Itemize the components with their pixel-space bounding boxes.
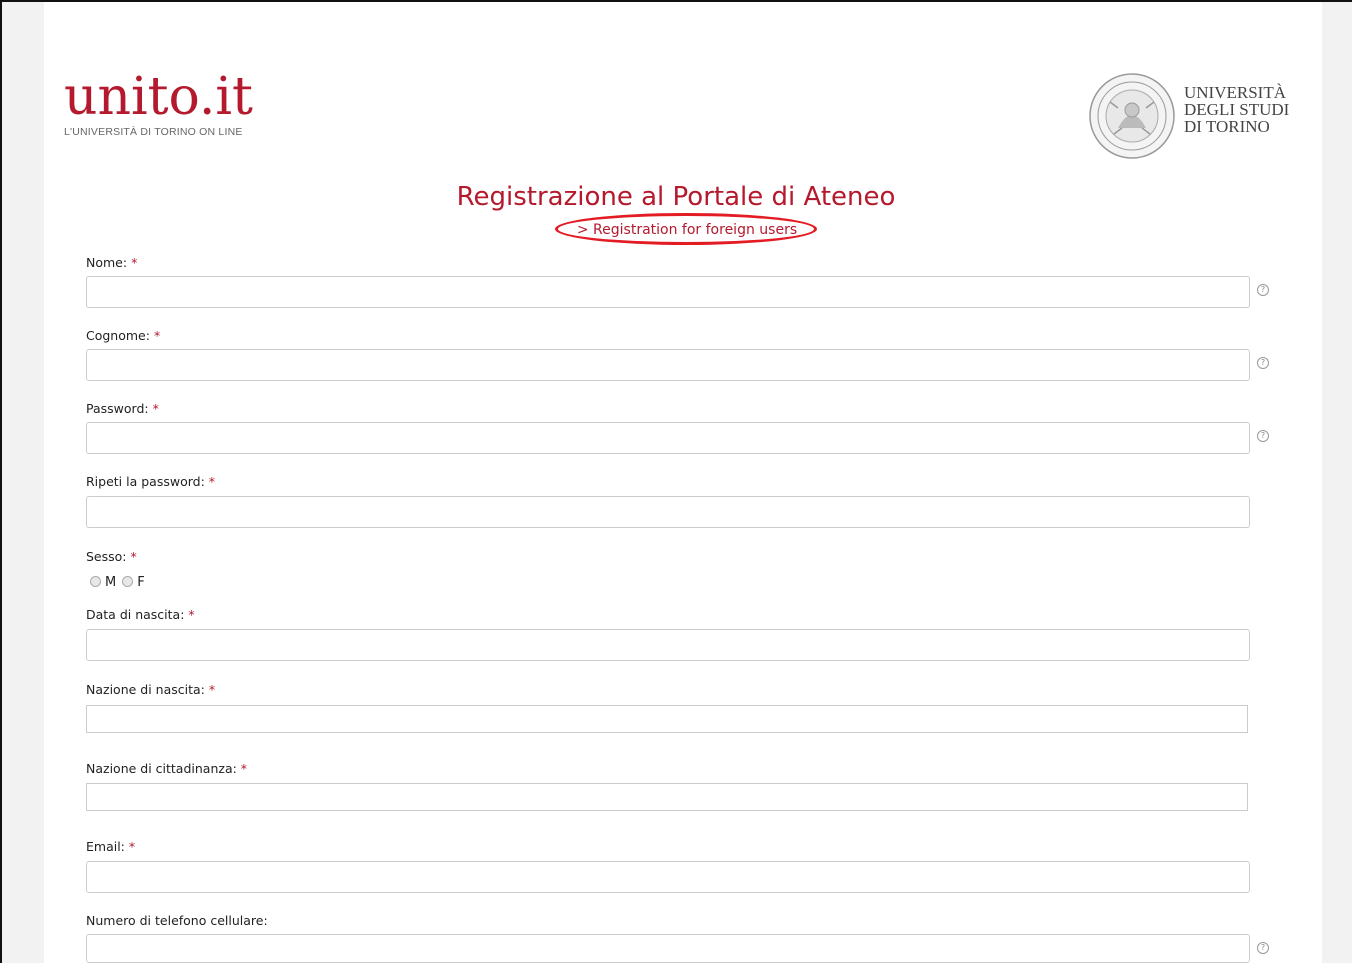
required-marker: * — [240, 761, 248, 776]
required-marker: * — [153, 328, 161, 343]
sesso-radio-f[interactable] — [122, 576, 134, 587]
email-input[interactable] — [86, 861, 1250, 893]
logo-wordmark: unito.it — [64, 67, 253, 127]
required-marker: * — [188, 607, 195, 622]
nome-input[interactable] — [86, 276, 1250, 308]
ripeti-password-label: Ripeti la password: * — [86, 474, 216, 489]
nazione-cittadinanza-label: Nazione di cittadinanza: * — [86, 761, 248, 776]
help-icon[interactable]: ? — [1257, 284, 1269, 296]
required-marker: * — [208, 474, 216, 489]
nazione-nascita-input[interactable] — [86, 705, 1248, 733]
password-label: Password: * — [86, 401, 159, 416]
left-gutter — [2, 2, 44, 963]
nome-label: Nome: * — [86, 255, 138, 270]
university-seal-icon — [1089, 73, 1175, 159]
sesso-radio-m[interactable] — [90, 576, 101, 587]
required-marker: * — [208, 682, 216, 697]
data-nascita-label: Data di nascita: * — [86, 607, 195, 622]
foreign-users-link[interactable]: > Registration for foreign users — [562, 220, 812, 240]
required-marker: * — [128, 839, 136, 854]
telefono-input[interactable] — [86, 934, 1250, 963]
email-label: Email: * — [86, 839, 136, 854]
data-nascita-input[interactable] — [86, 629, 1250, 661]
password-input[interactable] — [86, 422, 1250, 454]
help-icon[interactable]: ? — [1257, 942, 1269, 954]
ripeti-password-input[interactable] — [86, 496, 1250, 528]
unito-logo[interactable]: unito.it L'UNIVERSITÀ DI TORINO ON LINE — [64, 67, 253, 138]
required-marker: * — [130, 549, 137, 564]
sesso-radio-group: MF — [90, 575, 151, 591]
cognome-label: Cognome: * — [86, 328, 161, 343]
help-icon[interactable]: ? — [1257, 430, 1269, 442]
nazione-nascita-label: Nazione di nascita: * — [86, 682, 216, 697]
cognome-input[interactable] — [86, 349, 1250, 381]
telefono-label: Numero di telefono cellulare: — [86, 913, 268, 928]
sesso-label: Sesso: * — [86, 549, 137, 564]
nazione-cittadinanza-input[interactable] — [86, 783, 1248, 811]
university-name: UNIVERSITÀ DEGLI STUDI DI TORINO — [1184, 83, 1290, 136]
sesso-option-f: F — [137, 575, 145, 590]
logo-tagline: L'UNIVERSITÀ DI TORINO ON LINE — [64, 126, 243, 138]
required-marker: * — [131, 255, 138, 270]
right-gutter — [1322, 2, 1352, 963]
required-marker: * — [152, 401, 159, 416]
help-icon[interactable]: ? — [1257, 357, 1269, 369]
page-title: Registrazione al Portale di Ateneo — [456, 182, 896, 212]
sesso-option-m: M — [105, 575, 117, 590]
